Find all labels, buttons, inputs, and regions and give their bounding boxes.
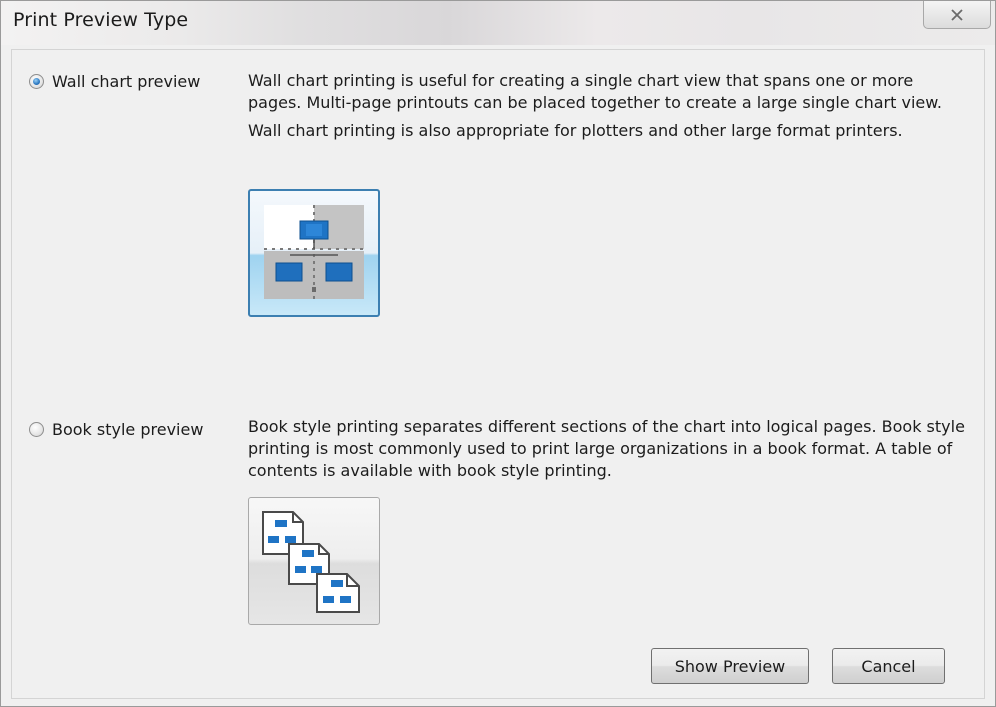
dialog-title: Print Preview Type	[13, 9, 189, 31]
wall-chart-desc-1: Wall chart printing is useful for creati…	[248, 71, 942, 112]
close-button[interactable]	[923, 1, 991, 29]
title-bar: Print Preview Type	[1, 1, 995, 45]
show-preview-button[interactable]: Show Preview	[651, 648, 809, 684]
wall-chart-label: Wall chart preview	[52, 72, 201, 91]
book-style-preview-icon	[262, 511, 360, 613]
book-style-label: Book style preview	[52, 420, 204, 439]
wall-chart-desc-2: Wall chart printing is also appropriate …	[248, 121, 903, 140]
wall-chart-description: Wall chart printing is useful for creati…	[248, 70, 968, 142]
book-style-radio[interactable]	[29, 422, 44, 437]
wall-chart-option[interactable]: Wall chart preview	[29, 72, 200, 91]
book-style-desc-1: Book style printing separates different …	[248, 417, 965, 480]
book-style-description: Book style printing separates different …	[248, 416, 968, 482]
wall-chart-radio[interactable]	[29, 74, 44, 89]
print-preview-type-dialog: Print Preview Type Wall chart preview Wa…	[0, 0, 996, 707]
book-style-preview-image[interactable]	[248, 497, 380, 625]
wall-chart-preview-icon	[264, 205, 364, 299]
wall-chart-preview-image[interactable]	[248, 189, 380, 317]
cancel-button[interactable]: Cancel	[832, 648, 945, 684]
dialog-body: Wall chart preview Wall chart printing i…	[11, 49, 985, 699]
book-style-option[interactable]: Book style preview	[29, 420, 203, 439]
close-x-icon	[951, 8, 963, 21]
